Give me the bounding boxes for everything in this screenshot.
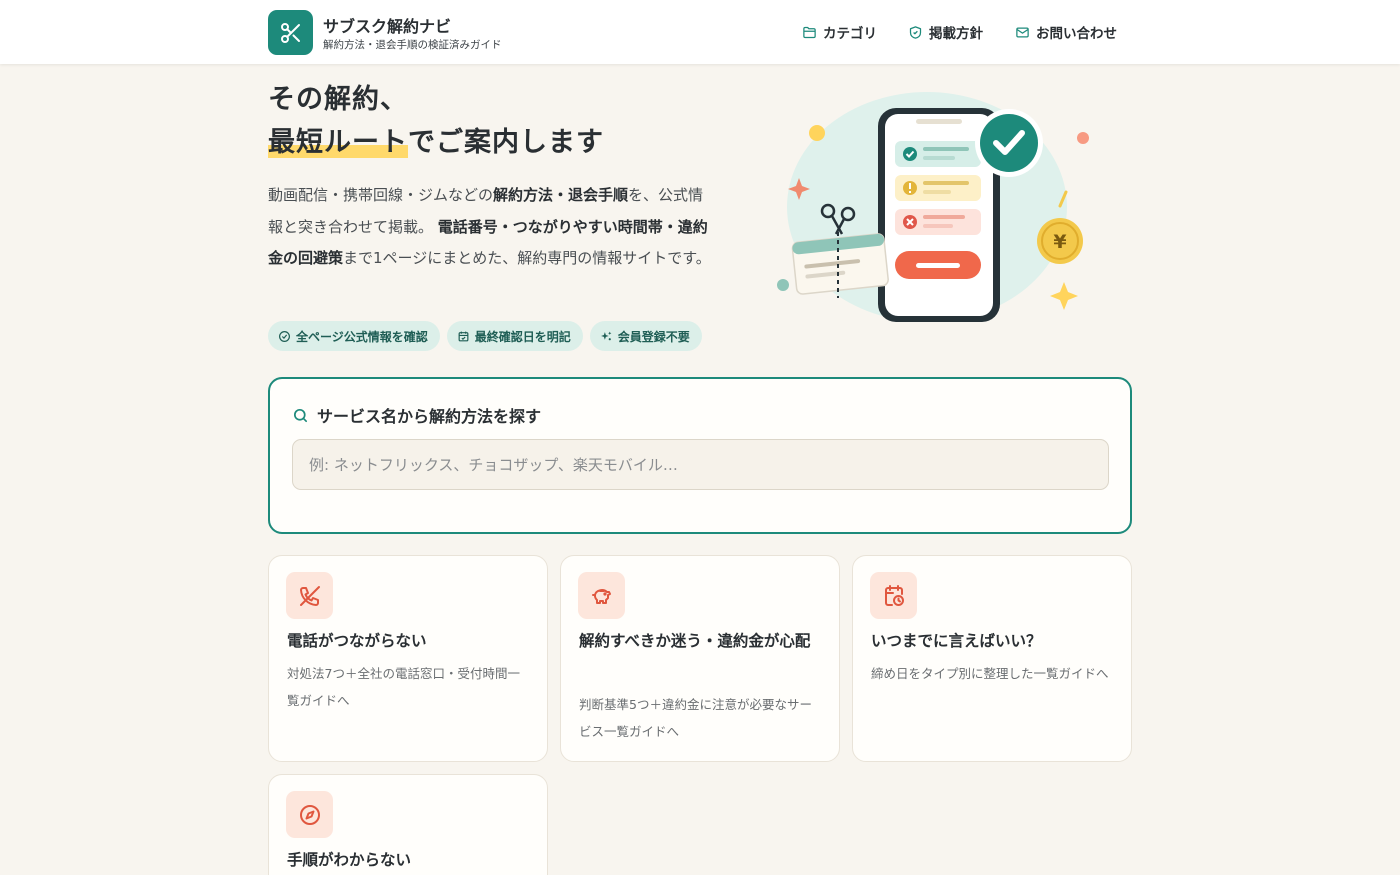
card-title: 解約すべきか迷う・違約金が心配: [579, 632, 811, 650]
card-title: いつまでに言えばいい？: [871, 632, 1042, 650]
search-heading-label: サービス名から解約方法を探す: [317, 407, 542, 426]
calendar-check-icon: [458, 331, 469, 341]
phone-off-icon: [286, 572, 333, 619]
card-title: 手順がわからない: [287, 851, 412, 869]
nav-contact-label: お問い合わせ: [1036, 26, 1117, 42]
search-panel: サービス名から解約方法を探す: [268, 377, 1132, 534]
card-phone-unreachable[interactable]: 電話がつながらない 対処法7つ＋全社の電話窓口・受付時間一覧ガイドへ: [268, 555, 548, 762]
sparkle-decoration: [1050, 282, 1078, 310]
cut-card-illustration: [791, 233, 889, 295]
sparkle-icon: [600, 331, 612, 340]
mail-icon: [1016, 27, 1029, 37]
dot-decoration: [1077, 132, 1089, 144]
card-unknown-steps[interactable]: 手順がわからない: [268, 774, 548, 875]
badge-no-signup: 会員登録不要: [589, 321, 702, 351]
card-deadline[interactable]: いつまでに言えばいい？ 締め日をタイプ別に整理した一覧ガイドへ: [852, 555, 1132, 762]
compass-icon: [286, 791, 333, 838]
hero-desc-bold-1: 解約方法・退会手順: [493, 186, 629, 204]
service-search-input[interactable]: [292, 439, 1109, 490]
folder-icon: [803, 26, 816, 38]
search-heading: サービス名から解約方法を探す: [292, 403, 541, 427]
hero-title-highlight: 最短ルート: [268, 127, 408, 158]
badge-official-info: 全ページ公式情報を確認: [268, 321, 440, 351]
shield-check-icon: [909, 25, 922, 39]
hero-illustration: ¥: [777, 92, 1089, 322]
nav-policy-label: 掲載方針: [929, 26, 983, 42]
card-should-cancel[interactable]: 解約すべきか迷う・違約金が心配 判断基準5つ＋違約金に注意が必要なサービス一覧ガ…: [560, 555, 840, 762]
badge-label: 全ページ公式情報を確認: [296, 329, 428, 344]
piggy-bank-icon: [578, 572, 625, 619]
nav-categories-label: カテゴリ: [823, 26, 877, 42]
hero-title-line1: その解約、: [268, 84, 408, 115]
card-title: 電話がつながらない: [287, 632, 427, 650]
nav-categories[interactable]: カテゴリ: [802, 22, 877, 42]
hero-desc-text-3: まで1ページにまとめた、解約専門の情報サイトです。: [343, 249, 711, 267]
dot-decoration: [777, 279, 789, 291]
hero-title: その解約、 最短ルートでご案内します: [268, 78, 604, 164]
calendar-clock-icon: [870, 572, 917, 619]
hero-desc-text-1: 動画配信・携帯回線・ジムなどの: [268, 186, 494, 204]
check-circle-icon: [279, 330, 290, 342]
nav-policy[interactable]: 掲載方針: [908, 22, 983, 42]
site-name[interactable]: サブスク解約ナビ: [323, 13, 451, 37]
card-description: 対処法7つ＋全社の電話窓口・受付時間一覧ガイドへ: [287, 666, 520, 708]
nav-contact[interactable]: お問い合わせ: [1015, 22, 1117, 42]
card-description: 締め日をタイプ別に整理した一覧ガイドへ: [871, 666, 1109, 681]
site-tagline: 解約方法・退会手順の検証済みガイド: [323, 39, 502, 51]
search-icon: [293, 408, 308, 422]
badge-label: 最終確認日を明記: [474, 329, 571, 344]
badge-label: 会員登録不要: [617, 329, 690, 344]
yen-coin-symbol: ¥: [1053, 231, 1066, 253]
site-header: サブスク解約ナビ 解約方法・退会手順の検証済みガイド カテゴリ 掲載方針 お問い…: [0, 0, 1400, 64]
card-description: 判断基準5つ＋違約金に注意が必要なサービス一覧ガイドへ: [579, 697, 812, 739]
logo-scissors-icon[interactable]: [268, 10, 313, 55]
trust-badges: 全ページ公式情報を確認 最終確認日を明記 会員登録不要: [268, 321, 702, 351]
dot-decoration: [809, 125, 825, 141]
hero-description: 動画配信・携帯回線・ジムなどの解約方法・退会手順を、公式情報と突き合わせて掲載。…: [268, 180, 718, 275]
badge-last-checked: 最終確認日を明記: [446, 321, 583, 351]
hero-title-line2: でご案内します: [408, 127, 604, 158]
